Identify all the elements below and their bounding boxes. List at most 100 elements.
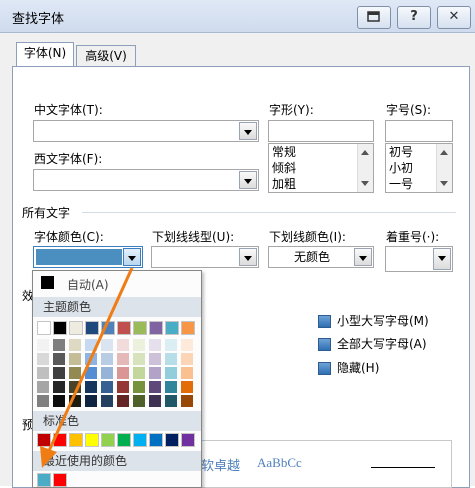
color-swatch[interactable] — [37, 339, 49, 351]
color-swatch[interactable] — [149, 381, 161, 393]
color-swatch[interactable] — [133, 367, 145, 379]
color-swatch[interactable] — [101, 353, 113, 365]
color-swatch[interactable] — [69, 395, 81, 407]
color-swatch[interactable] — [69, 367, 81, 379]
color-swatch[interactable] — [133, 339, 145, 351]
font-style-input[interactable] — [268, 120, 374, 142]
color-swatch[interactable] — [181, 381, 193, 393]
close-button[interactable]: ✕ — [437, 6, 471, 29]
color-swatch[interactable] — [37, 395, 49, 407]
western-font-dropdown[interactable] — [33, 169, 259, 191]
color-swatch[interactable] — [85, 381, 97, 393]
restore-button[interactable] — [357, 6, 391, 29]
help-button[interactable]: ? — [397, 6, 431, 29]
color-swatch[interactable] — [117, 321, 131, 335]
chevron-down-icon[interactable] — [239, 171, 257, 189]
color-swatch[interactable] — [101, 395, 113, 407]
color-swatch[interactable] — [149, 395, 161, 407]
color-swatch[interactable] — [165, 367, 177, 379]
color-swatch[interactable] — [53, 395, 65, 407]
chevron-down-icon[interactable] — [433, 248, 451, 270]
chevron-down-icon[interactable] — [354, 248, 372, 266]
scrollbar[interactable] — [436, 144, 452, 192]
chevron-down-icon[interactable] — [239, 248, 257, 266]
auto-color-option[interactable]: 自动(A) — [33, 271, 201, 295]
tab-font[interactable]: 字体(N) — [16, 42, 74, 66]
effect-small-caps[interactable]: 小型大写字母(M) — [318, 312, 429, 329]
font-color-dropdown[interactable] — [33, 246, 143, 268]
font-size-list[interactable]: 初号 小初 一号 — [385, 143, 453, 193]
color-swatch[interactable] — [69, 381, 81, 393]
color-swatch[interactable] — [165, 395, 177, 407]
scrollbar[interactable] — [357, 144, 373, 192]
color-swatch[interactable] — [37, 473, 51, 487]
checkbox[interactable] — [318, 362, 331, 375]
color-swatch[interactable] — [181, 433, 195, 447]
color-swatch[interactable] — [165, 321, 179, 335]
chinese-font-dropdown[interactable] — [33, 120, 259, 142]
color-swatch[interactable] — [165, 433, 179, 447]
color-swatch[interactable] — [53, 433, 67, 447]
chevron-down-icon[interactable] — [239, 122, 257, 140]
color-swatch[interactable] — [133, 321, 147, 335]
color-swatch[interactable] — [53, 367, 65, 379]
scroll-up-icon[interactable] — [440, 150, 448, 155]
color-swatch[interactable] — [149, 433, 163, 447]
color-swatch[interactable] — [53, 473, 67, 487]
color-swatch[interactable] — [37, 367, 49, 379]
color-swatch[interactable] — [85, 395, 97, 407]
color-swatch[interactable] — [37, 321, 51, 335]
color-swatch[interactable] — [85, 353, 97, 365]
color-swatch[interactable] — [181, 339, 193, 351]
tab-advanced[interactable]: 高级(V) — [76, 45, 136, 66]
scroll-up-icon[interactable] — [361, 150, 369, 155]
effect-hidden[interactable]: 隐藏(H) — [318, 359, 379, 376]
scroll-down-icon[interactable] — [440, 181, 448, 186]
color-swatch[interactable] — [117, 367, 129, 379]
checkbox[interactable] — [318, 315, 331, 328]
color-swatch[interactable] — [37, 353, 49, 365]
color-swatch[interactable] — [37, 381, 49, 393]
color-swatch[interactable] — [117, 381, 129, 393]
color-swatch[interactable] — [149, 339, 161, 351]
color-swatch[interactable] — [133, 433, 147, 447]
color-swatch[interactable] — [133, 395, 145, 407]
color-swatch[interactable] — [37, 433, 51, 447]
color-swatch[interactable] — [181, 353, 193, 365]
color-swatch[interactable] — [69, 353, 81, 365]
font-size-input[interactable] — [385, 120, 453, 142]
color-swatch[interactable] — [53, 339, 65, 351]
checkbox[interactable] — [318, 338, 331, 351]
effect-all-caps[interactable]: 全部大写字母(A) — [318, 335, 427, 352]
color-swatch[interactable] — [85, 321, 99, 335]
color-swatch[interactable] — [117, 353, 129, 365]
scroll-down-icon[interactable] — [361, 181, 369, 186]
color-swatch[interactable] — [165, 339, 177, 351]
color-swatch[interactable] — [53, 321, 67, 335]
color-swatch[interactable] — [101, 433, 115, 447]
color-swatch[interactable] — [85, 433, 99, 447]
color-swatch[interactable] — [101, 321, 115, 335]
color-swatch[interactable] — [149, 353, 161, 365]
color-swatch[interactable] — [165, 353, 177, 365]
color-swatch[interactable] — [149, 367, 161, 379]
underline-color-dropdown[interactable]: 无颜色 — [268, 246, 374, 268]
color-swatch[interactable] — [133, 353, 145, 365]
color-swatch[interactable] — [69, 321, 83, 335]
color-swatch[interactable] — [69, 339, 81, 351]
color-swatch[interactable] — [117, 433, 131, 447]
color-swatch[interactable] — [101, 339, 113, 351]
color-swatch[interactable] — [101, 381, 113, 393]
color-swatch[interactable] — [181, 367, 193, 379]
color-swatch[interactable] — [117, 339, 129, 351]
chevron-down-icon[interactable] — [123, 248, 141, 266]
color-swatch[interactable] — [85, 339, 97, 351]
color-swatch[interactable] — [85, 367, 97, 379]
color-swatch[interactable] — [101, 367, 113, 379]
color-swatch[interactable] — [165, 381, 177, 393]
underline-type-dropdown[interactable] — [151, 246, 259, 268]
color-swatch[interactable] — [53, 381, 65, 393]
color-swatch[interactable] — [181, 395, 193, 407]
color-swatch[interactable] — [181, 321, 195, 335]
color-swatch[interactable] — [133, 381, 145, 393]
